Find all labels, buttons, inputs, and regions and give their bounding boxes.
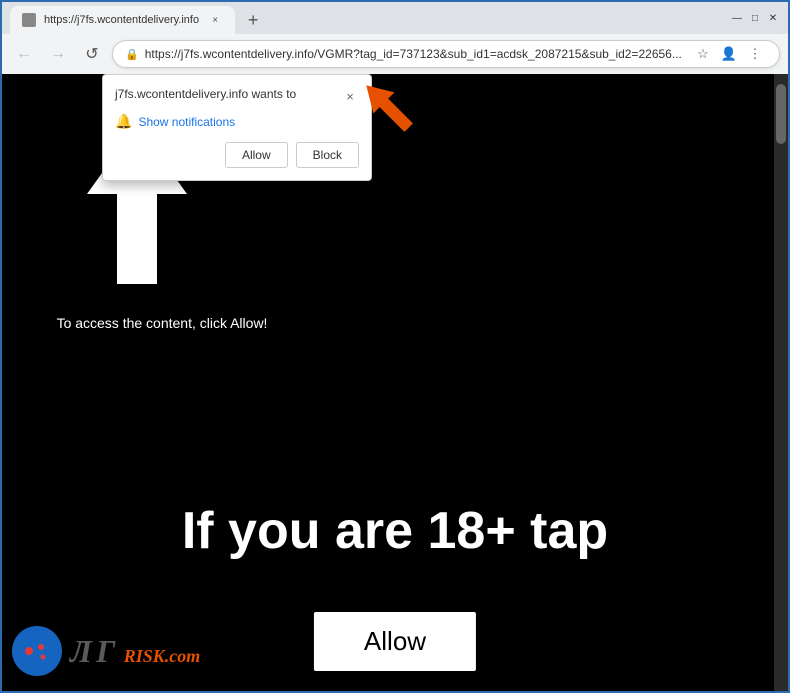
address-bar-row: ← → ↺ 🔒 https://j7fs.wcontentdelivery.in… bbox=[2, 34, 788, 74]
show-notifications-link[interactable]: Show notifications bbox=[138, 115, 235, 129]
lock-icon: 🔒 bbox=[125, 48, 139, 61]
popup-allow-button[interactable]: Allow bbox=[225, 142, 288, 168]
new-tab-button[interactable]: + bbox=[239, 6, 267, 34]
pcrisk-site-name: ЛГ bbox=[70, 633, 119, 669]
address-right-icons: ☆ 👤 ⋮ bbox=[691, 42, 767, 66]
bookmark-icon[interactable]: ☆ bbox=[691, 42, 715, 66]
tab-title: https://j7fs.wcontentdelivery.info bbox=[44, 14, 199, 26]
popup-site-text: j7fs.wcontentdelivery.info wants to bbox=[115, 87, 341, 101]
tab-close-button[interactable]: × bbox=[207, 12, 223, 28]
minimize-button[interactable]: — bbox=[730, 11, 744, 25]
bell-icon: 🔔 bbox=[115, 113, 132, 130]
window-controls: — □ ✕ bbox=[730, 11, 780, 25]
account-icon[interactable]: 👤 bbox=[717, 42, 741, 66]
tab-bar: https://j7fs.wcontentdelivery.info × + bbox=[10, 2, 722, 34]
scrollbar-thumb[interactable] bbox=[776, 84, 786, 144]
scrollbar[interactable] bbox=[774, 74, 788, 691]
forward-button[interactable]: → bbox=[44, 40, 72, 68]
url-text: https://j7fs.wcontentdelivery.info/VGMR?… bbox=[145, 47, 685, 61]
active-tab[interactable]: https://j7fs.wcontentdelivery.info × bbox=[10, 6, 235, 34]
orange-arrow-indicator bbox=[351, 74, 431, 155]
refresh-button[interactable]: ↺ bbox=[78, 40, 106, 68]
close-window-button[interactable]: ✕ bbox=[766, 11, 780, 25]
browser-frame: https://j7fs.wcontentdelivery.info × + —… bbox=[0, 0, 790, 693]
maximize-button[interactable]: □ bbox=[748, 11, 762, 25]
menu-icon[interactable]: ⋮ bbox=[743, 42, 767, 66]
address-box[interactable]: 🔒 https://j7fs.wcontentdelivery.info/VGM… bbox=[112, 40, 780, 68]
popup-notification-row: 🔔 Show notifications bbox=[115, 113, 359, 130]
popup-header: j7fs.wcontentdelivery.info wants to × bbox=[115, 87, 359, 105]
pcrisk-text-area: ЛГ RISK.com bbox=[70, 633, 200, 670]
pcrisk-domain: RISK.com bbox=[124, 646, 201, 666]
back-button[interactable]: ← bbox=[10, 40, 38, 68]
age-gate-text: If you are 18+ tap bbox=[2, 501, 788, 561]
popup-buttons: Allow Block bbox=[115, 142, 359, 168]
pcrisk-logo: ЛГ RISK.com bbox=[12, 626, 200, 676]
access-content-text: To access the content, click Allow! bbox=[52, 314, 272, 334]
page-content-area: To access the content, click Allow! If y… bbox=[2, 74, 788, 691]
tab-favicon bbox=[22, 13, 36, 27]
popup-block-button[interactable]: Block bbox=[296, 142, 359, 168]
pcrisk-overlay: ЛГ RISK.com bbox=[2, 611, 788, 691]
title-bar: https://j7fs.wcontentdelivery.info × + —… bbox=[2, 2, 788, 34]
notification-popup: j7fs.wcontentdelivery.info wants to × 🔔 … bbox=[102, 74, 372, 181]
pcrisk-ball-icon bbox=[12, 626, 62, 676]
